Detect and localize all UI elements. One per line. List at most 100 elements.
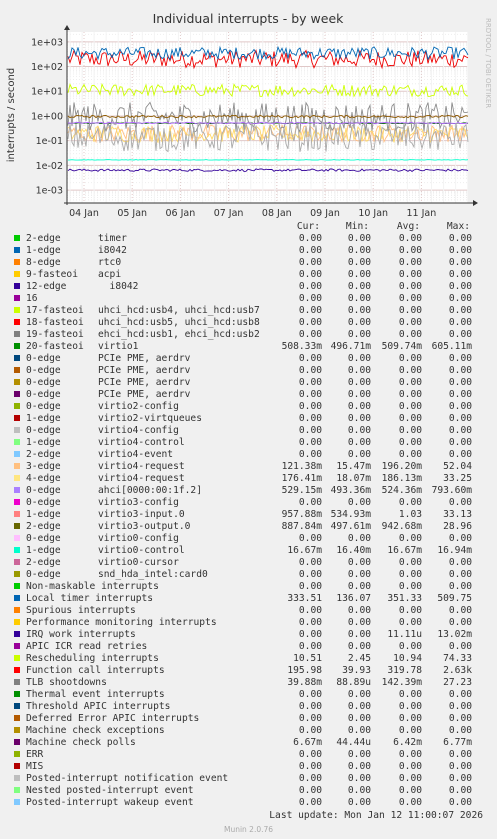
legend-swatch xyxy=(14,331,20,337)
legend-max: 0.00 xyxy=(448,269,472,280)
legend-max: 13.02m xyxy=(437,629,472,640)
legend-row: 1-edge virtio4-control 0.00 0.00 0.00 0.00 xyxy=(0,437,497,449)
legend-row: 1-edge virtio0-control 16.67m 16.40m 16.67m 1… xyxy=(0,545,497,557)
legend-name: 4-edge xyxy=(26,473,61,484)
y-tick-label: 1e-02 xyxy=(36,161,63,172)
legend-swatch xyxy=(14,607,20,613)
legend-desc: virtio4-config xyxy=(98,425,179,436)
legend-desc: virtio3-input.0 xyxy=(98,509,185,520)
legend-max: 16.94m xyxy=(437,545,472,556)
legend-max: 6.77m xyxy=(443,737,472,748)
legend-swatch xyxy=(14,559,20,565)
legend-swatch xyxy=(14,535,20,541)
legend-row: MIS 0.00 0.00 0.00 0.00 xyxy=(0,761,497,773)
legend-row: Deferred Error APIC interrupts 0.00 0.00 0.… xyxy=(0,713,497,725)
legend-name: 19-fasteoi xyxy=(26,329,84,340)
legend-row: 3-edge virtio4-request 121.38m 15.47m 196.20… xyxy=(0,461,497,473)
legend-max: 0.00 xyxy=(448,233,472,244)
legend-name: 0-edge xyxy=(26,485,61,496)
legend-swatch xyxy=(14,295,20,301)
x-tick-label: 04 Jan xyxy=(69,208,99,219)
legend-name: 0-edge xyxy=(26,389,61,400)
legend-row: Local timer interrupts 333.51 136.07 351.33… xyxy=(0,593,497,605)
legend-max: 28.96 xyxy=(443,521,472,532)
legend-name: 1-edge xyxy=(26,413,61,424)
legend-name: Machine check exceptions xyxy=(26,725,165,736)
legend-row: 18-fasteoi uhci_hcd:usb5, uhci_hcd:usb8 0.… xyxy=(0,317,497,329)
legend-max: 0.00 xyxy=(448,353,472,364)
legend-name: 16 xyxy=(26,293,38,304)
legend-desc: PCIe PME, aerdrv xyxy=(98,377,191,388)
legend-desc: virtio3-config xyxy=(98,497,179,508)
legend-row: 17-fasteoi uhci_hcd:usb4, uhci_hcd:usb7 0.… xyxy=(0,305,497,317)
legend-swatch xyxy=(14,271,20,277)
legend-swatch xyxy=(14,787,20,793)
legend-desc: virtio4-request xyxy=(98,461,185,472)
legend-name: 0-edge xyxy=(26,401,61,412)
legend-row: Posted-interrupt wakeup event 0.00 0.00 0.0… xyxy=(0,797,497,809)
legend-name: 2-edge xyxy=(26,557,61,568)
legend-name: 2-edge xyxy=(26,233,61,244)
legend-row: 19-fasteoi ehci_hcd:usb1, ehci_hcd:usb2 0.… xyxy=(0,329,497,341)
legend-row: Machine check exceptions 0.00 0.00 0.00 0.00 xyxy=(0,725,497,737)
legend-max: 0.00 xyxy=(448,689,472,700)
legend-row: 20-fasteoi virtio1 508.33m 496.71m 509.74m 60… xyxy=(0,341,497,353)
legend-max: 0.00 xyxy=(448,713,472,724)
legend-swatch xyxy=(14,355,20,361)
legend-max: 0.00 xyxy=(448,617,472,628)
legend-row: 16 0.00 0.00 0.00 0.00 xyxy=(0,293,497,305)
legend-max: 74.33 xyxy=(443,653,472,664)
legend-swatch xyxy=(14,667,20,673)
legend-max: 33.13 xyxy=(443,509,472,520)
legend-name: 1-edge xyxy=(26,509,61,520)
legend-swatch xyxy=(14,751,20,757)
legend-swatch xyxy=(14,439,20,445)
legend-name: 0-edge xyxy=(26,425,61,436)
legend-max: 0.00 xyxy=(448,305,472,316)
legend-swatch xyxy=(14,619,20,625)
legend-swatch xyxy=(14,763,20,769)
legend-desc: virtio4-request xyxy=(98,473,185,484)
legend-name: Function call interrupts xyxy=(26,665,165,676)
legend-name: Rescheduling interrupts xyxy=(26,653,159,664)
legend-max: 0.00 xyxy=(448,605,472,616)
legend-max: 0.00 xyxy=(448,437,472,448)
y-axis-label: interrupts / second xyxy=(6,68,17,162)
legend-name: Local timer interrupts xyxy=(26,593,154,604)
legend-name: 0-edge xyxy=(26,377,61,388)
legend-desc: virtio3-output.0 xyxy=(98,521,191,532)
legend-max: 0.00 xyxy=(448,425,472,436)
legend-max: 0.00 xyxy=(448,317,472,328)
legend-swatch xyxy=(14,379,20,385)
legend-swatch xyxy=(14,463,20,469)
legend-desc: virtio0-control xyxy=(98,545,185,556)
legend-swatch xyxy=(14,307,20,313)
legend-swatch xyxy=(14,583,20,589)
header-max: Max: xyxy=(446,221,470,232)
legend-name: 18-fasteoi xyxy=(26,317,84,328)
legend-name: 20-fasteoi xyxy=(26,341,84,352)
legend-name: 0-edge xyxy=(26,353,61,364)
legend-row: 0-edge virtio0-config 0.00 0.00 0.00 0.00 xyxy=(0,533,497,545)
legend-name: 12-edge xyxy=(26,281,67,292)
legend-swatch xyxy=(14,247,20,253)
legend-desc: i8042 xyxy=(98,245,127,256)
legend-name: 2-edge xyxy=(26,521,61,532)
legend-swatch xyxy=(14,571,20,577)
legend-max: 33.25 xyxy=(443,473,472,484)
legend-row: Thermal event interrupts 0.00 0.00 0.00 0.00 xyxy=(0,689,497,701)
legend-name: Spurious interrupts xyxy=(26,605,136,616)
legend-name: 0-edge xyxy=(26,569,61,580)
x-tick-label: 09 Jan xyxy=(310,208,340,219)
legend-row: Nested posted-interrupt event 0.00 0.00 0.0… xyxy=(0,785,497,797)
legend-swatch xyxy=(14,511,20,517)
legend-max: 0.00 xyxy=(448,701,472,712)
y-tick-label: 1e+01 xyxy=(31,87,63,98)
legend-max: 0.00 xyxy=(448,581,472,592)
legend-swatch xyxy=(14,427,20,433)
legend-name: TLB shootdowns xyxy=(26,677,107,688)
legend-swatch xyxy=(14,547,20,553)
legend-desc: rtc0 xyxy=(98,257,122,268)
legend-max: 0.00 xyxy=(448,245,472,256)
legend-desc: uhci_hcd:usb4, uhci_hcd:usb7 xyxy=(98,305,260,316)
